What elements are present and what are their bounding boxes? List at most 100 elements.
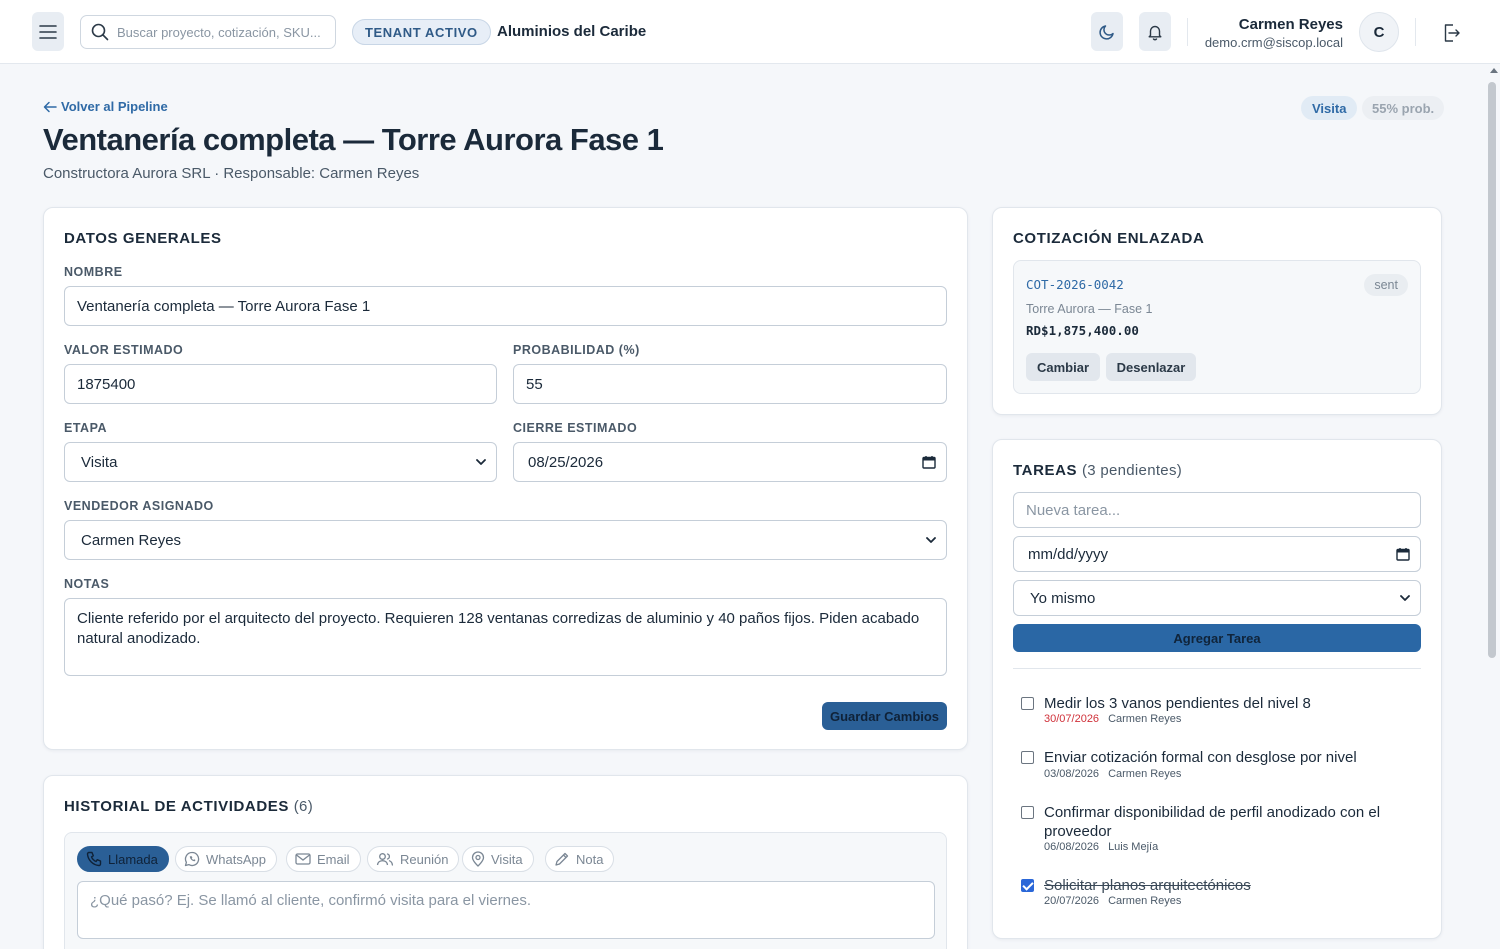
hamburger-icon [39,24,57,39]
theme-toggle-button[interactable] [1091,12,1123,51]
task-item: Enviar cotización formal con desglose po… [1021,748,1421,784]
chip-label: Nota [576,851,604,867]
stage-select-value: Visita [81,453,118,471]
task-date-placeholder: mm/dd/yyyy [1028,545,1109,563]
activity-title-text: HISTORIAL DE ACTIVIDADES [64,798,289,815]
task-item: Medir los 3 vanos pendientes del nivel 8… [1021,694,1421,730]
search-input[interactable] [117,24,327,40]
avatar[interactable]: C [1359,12,1399,52]
close-date-value: 08/25/2026 [528,453,604,471]
divider [1013,668,1421,669]
scrollbar-thumb[interactable] [1488,82,1496,658]
task-text: Confirmar disponibilidad de perfil anodi… [1044,804,1381,840]
notes-textarea[interactable]: Cliente referido por el arquitecto del p… [64,598,947,676]
task-due-date: 20/07/2026 [1044,895,1100,907]
chip-email[interactable]: Email [286,846,361,872]
back-to-pipeline-link[interactable]: Volver al Pipeline [43,99,168,114]
moon-icon [1099,24,1114,40]
top-bar: TENANT ACTIVO Aluminios del Caribe Carme… [0,0,1500,64]
stage-badge: Visita [1301,96,1358,120]
calendar-icon[interactable] [1396,547,1410,561]
chip-whatsapp[interactable]: WhatsApp [175,846,277,872]
pencil-icon [555,852,569,866]
task-due-date: 30/07/2026 [1044,713,1100,725]
back-link-label: Volver al Pipeline [61,99,168,114]
chip-visita[interactable]: Visita [462,846,534,872]
task-checkbox[interactable] [1021,879,1034,892]
linked-quote-title: COTIZACIÓN ENLAZADA [1013,230,1205,247]
mail-icon [295,853,311,865]
tenant-name: Aluminios del Caribe [497,23,647,40]
task-meta: 03/08/2026 Carmen Reyes [1044,768,1181,780]
close-date-field[interactable]: 08/25/2026 [513,442,947,482]
new-task-input[interactable]: Nueva tarea... [1013,492,1421,528]
divider [1187,18,1188,46]
page-scrollbar[interactable] [1486,64,1500,949]
unlink-quote-button[interactable]: Desenlazar [1106,353,1196,381]
user-name: Carmen Reyes [1238,16,1343,33]
task-checkbox[interactable] [1021,806,1034,819]
general-data-title: DATOS GENERALES [64,230,222,247]
estimated-value-field[interactable]: 1875400 [64,364,497,404]
stage-label: ETAPA [64,421,108,435]
seller-label: VENDEDOR ASIGNADO [64,499,214,513]
search-icon [91,23,109,41]
stage-select[interactable]: Visita [64,442,497,482]
probability-label: PROBABILIDAD (%) [513,343,640,357]
activity-count: (6) [293,798,313,815]
new-activity-panel: Llamada WhatsApp Email Reunión Visita No… [64,832,947,949]
value-label: VALOR ESTIMADO [64,343,184,357]
task-item: Solicitar planos arquitectónicos 20/07/2… [1021,876,1421,912]
menu-button[interactable] [32,12,64,51]
task-owner: Luis Mejía [1108,841,1159,853]
quote-status-badge: sent [1364,274,1408,296]
notifications-button[interactable] [1139,12,1171,51]
name-field[interactable]: Ventanería completa — Torre Aurora Fase … [64,286,947,326]
task-checkbox[interactable] [1021,697,1034,710]
chevron-down-icon [1400,594,1410,601]
chip-label: Reunión [400,851,449,867]
tenant-badge: TENANT ACTIVO [352,19,491,45]
notes-label: NOTAS [64,577,110,591]
seller-select-value: Carmen Reyes [81,531,182,549]
chip-reunion[interactable]: Reunión [367,846,460,872]
task-text: Enviar cotización formal con desglose po… [1044,749,1357,766]
activity-history-title: HISTORIAL DE ACTIVIDADES (6) [64,798,313,815]
activity-input[interactable]: ¿Qué pasó? Ej. Se llamó al cliente, conf… [77,881,935,939]
chip-label: Visita [491,851,523,867]
page-subtitle: Constructora Aurora SRL · Responsable: C… [43,165,420,182]
chip-label: WhatsApp [206,851,266,867]
task-text: Medir los 3 vanos pendientes del nivel 8 [1044,695,1311,712]
seller-select[interactable]: Carmen Reyes [64,520,947,560]
probability-field[interactable]: 55 [513,364,947,404]
page-title: Ventanería completa — Torre Aurora Fase … [43,122,664,157]
whatsapp-icon [184,851,200,867]
divider [1415,18,1416,46]
scroll-up-arrow-icon[interactable] [1490,68,1498,73]
add-task-button[interactable]: Agregar Tarea [1013,624,1421,652]
task-text: Solicitar planos arquitectónicos [1044,877,1251,894]
tasks-title-text: TAREAS [1013,462,1078,479]
task-owner: Carmen Reyes [1108,895,1182,907]
global-search[interactable] [80,15,336,49]
chip-label: Email [317,851,350,867]
chip-llamada[interactable]: Llamada [77,846,169,872]
task-assignee-select[interactable]: Yo mismo [1013,580,1421,616]
task-checkbox[interactable] [1021,751,1034,764]
task-due-date: 03/08/2026 [1044,768,1100,780]
tasks-title: TAREAS (3 pendientes) [1013,462,1182,479]
change-quote-button[interactable]: Cambiar [1026,353,1100,381]
save-changes-button[interactable]: Guardar Cambios [822,702,947,730]
task-owner: Carmen Reyes [1108,768,1182,780]
close-date-label: CIERRE ESTIMADO [513,421,638,435]
quote-code-link[interactable]: COT-2026-0042 [1026,277,1124,292]
task-date-field[interactable]: mm/dd/yyyy [1013,536,1421,572]
task-assignee-value: Yo mismo [1030,589,1096,607]
task-item: Confirmar disponibilidad de perfil anodi… [1021,803,1421,855]
logout-button[interactable] [1438,20,1464,46]
chip-nota[interactable]: Nota [545,846,615,872]
task-meta: 30/07/2026 Carmen Reyes [1044,713,1181,725]
quote-summary: COT-2026-0042 sent Torre Aurora — Fase 1… [1013,260,1421,394]
calendar-icon[interactable] [922,455,936,469]
chevron-down-icon [476,458,486,465]
